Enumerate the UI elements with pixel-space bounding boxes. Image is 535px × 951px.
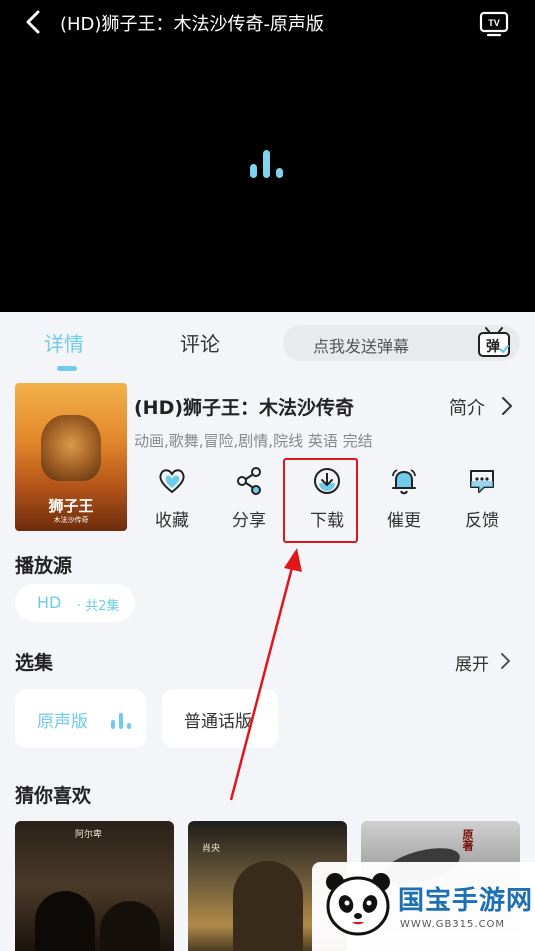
episode-original[interactable]: 原声版 — [15, 689, 146, 748]
source-name: HD — [37, 593, 62, 612]
poster-text: 阿尔卑 — [75, 830, 103, 840]
share-label: 分享 — [232, 511, 266, 531]
video-title: (HD)狮子王：木法沙传奇-原声版 — [60, 14, 324, 35]
panda-logo-icon — [326, 873, 390, 936]
intro-link[interactable]: 简介 — [449, 394, 485, 420]
episode-label: 原声版 — [37, 712, 88, 732]
heart-icon — [159, 469, 185, 494]
urge-update-button[interactable]: 催更 — [374, 466, 434, 531]
feedback-icon — [470, 470, 494, 493]
movie-poster: 狮子王 木法沙传奇 — [15, 383, 127, 531]
tv-cast-icon[interactable]: TV — [479, 9, 509, 37]
tab-bar: 详情 评论 点我发送弹幕 弹 — [0, 312, 535, 372]
watermark-title: 国宝手游网 — [398, 886, 534, 916]
bell-icon — [392, 469, 416, 495]
poster-figure — [100, 901, 160, 951]
video-player[interactable]: (HD)狮子王：木法沙传奇-原声版 TV — [0, 0, 535, 312]
movie-tags: 动画,歌舞,冒险,剧情,院线 英语 完结 — [134, 432, 373, 450]
poster-figure — [233, 861, 303, 951]
movie-title: (HD)狮子王：木法沙传奇 — [134, 397, 355, 419]
feedback-button[interactable]: 反馈 — [452, 466, 512, 531]
danmu-icon[interactable]: 弹 — [476, 324, 512, 360]
favorite-label: 收藏 — [155, 511, 189, 531]
watermark-url: WWW.GB315.COM — [400, 919, 506, 930]
urge-update-label: 催更 — [387, 511, 421, 531]
download-highlight-box — [283, 458, 358, 543]
tab-detail[interactable]: 详情 — [44, 328, 84, 357]
favorite-button[interactable]: 收藏 — [142, 466, 202, 531]
site-watermark: 国宝手游网 WWW.GB315.COM — [312, 862, 535, 951]
chevron-left-icon[interactable] — [22, 9, 48, 35]
playing-bars-icon — [111, 711, 135, 729]
danmu-input[interactable]: 点我发送弹幕 弹 — [283, 325, 520, 361]
share-icon — [237, 467, 261, 495]
episode-mandarin[interactable]: 普通话版 — [162, 689, 278, 748]
recommend-section-title: 猜你喜欢 — [15, 785, 92, 807]
tv-label: TV — [488, 18, 500, 28]
danmu-placeholder: 点我发送弹幕 — [313, 337, 410, 356]
episodes-section-title: 选集 — [15, 652, 54, 674]
feedback-label: 反馈 — [465, 511, 499, 531]
recommend-poster[interactable]: 阿尔卑 — [15, 821, 174, 951]
poster-text: 肖央 — [202, 844, 221, 854]
chevron-right-icon[interactable] — [499, 652, 511, 670]
source-episode-count: · 共2集 — [77, 599, 120, 614]
poster-artwork — [41, 415, 101, 481]
poster-subtitle: 木法沙传奇 — [53, 516, 89, 524]
expand-link[interactable]: 展开 — [455, 650, 489, 675]
poster-title: 狮子王 — [48, 497, 94, 515]
danmu-icon-label: 弹 — [486, 338, 500, 355]
loading-indicator — [248, 148, 288, 178]
source-chip[interactable]: HD · 共2集 — [15, 584, 135, 622]
episode-label: 普通话版 — [184, 712, 252, 732]
share-button[interactable]: 分享 — [219, 466, 279, 531]
poster-figure — [35, 891, 95, 951]
tab-active-indicator — [57, 366, 77, 371]
poster-text: 原著 — [461, 829, 474, 851]
chevron-right-icon[interactable] — [500, 396, 514, 416]
source-section-title: 播放源 — [15, 555, 73, 577]
tab-comment[interactable]: 评论 — [180, 328, 220, 357]
